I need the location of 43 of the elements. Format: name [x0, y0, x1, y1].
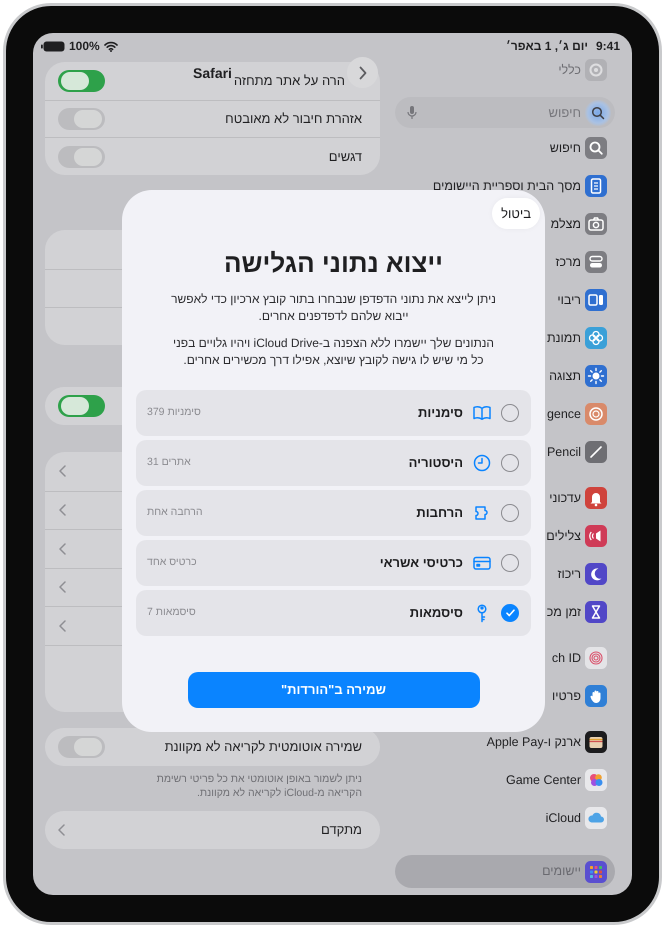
dialog-title: ייצוא נתוני הגלישה	[224, 247, 444, 280]
sidebar-label: עדכוני	[549, 490, 581, 507]
page-title: Safari	[193, 64, 232, 83]
setting-label: דגשים	[328, 148, 362, 166]
sidebar-label: זמן מכ	[546, 604, 581, 621]
dialog-text: ניתן לייצא את נתוני הדפדפן שנבחרו בתור קובץ ארכיון כדי לאפשר ייבוא שלהם לדפדפנים אחרים.	[170, 291, 497, 325]
option-label: סימניות	[418, 404, 463, 422]
setting-label: מתקדם	[321, 821, 362, 840]
dialog-text: הנתונים שלך יישמרו ללא הצפנה ב-iCloud Drive ויהיו גלויים בפני כל מי שיש לו גישה לקובץ שיוצא, אפילו דרך מכשירים אחרים.	[172, 335, 496, 369]
setting-label: הרה על אתר מתחזה	[234, 72, 345, 90]
sidebar-label: gence	[546, 406, 581, 423]
battery-percent: 100%	[69, 38, 100, 55]
sidebar-label: ריכוז	[557, 566, 581, 583]
sidebar-label: תמונת	[547, 330, 581, 347]
sidebar-label: כללי	[558, 62, 581, 79]
option-count: 7 סיסמאות	[147, 605, 196, 620]
setting-label: שמירה אוטומטית לקריאה לא מקוונת	[164, 738, 362, 756]
sidebar-label: פרטיו	[552, 688, 581, 705]
option-label: הרחבות	[416, 504, 463, 522]
option-count: 31 אתרים	[147, 455, 191, 470]
sidebar-label: ריבוי	[557, 292, 581, 309]
sidebar-label: מסך הבית וספריית היישומים	[432, 178, 581, 195]
option-label: סיסמאות	[410, 604, 463, 622]
sidebar-label: ארנק ו-Apple Pay	[486, 734, 581, 751]
footnote: ניתן לשמור באופן אוטומטי את כל פריטי רשימת הקריאה מ-iCloud לקריאה לא מקוונת.	[156, 772, 363, 800]
sidebar-label: חיפוש	[550, 140, 581, 157]
sidebar-label: iCloud	[546, 810, 581, 827]
option-count: הרחבה אחת	[147, 505, 202, 520]
sidebar-label: ch ID	[552, 650, 581, 667]
option-label: כרטיסי אשראי	[380, 554, 463, 572]
option-label: היסטוריה	[408, 454, 463, 472]
sidebar-label: מצלמ	[550, 216, 581, 233]
sidebar-label: צלילים	[546, 528, 581, 545]
sidebar-label: מרכז	[556, 254, 581, 271]
clock-time: 9:41	[596, 38, 620, 55]
sidebar-label: תצוגה	[549, 368, 581, 385]
sidebar-label: יישומים	[542, 863, 581, 880]
option-count: 379 סימניות	[147, 405, 201, 420]
status-date: יום ג׳, 1 באפר׳	[506, 38, 588, 55]
sidebar-label: Pencil	[546, 444, 581, 461]
sidebar-label: Game Center	[506, 772, 581, 789]
option-count: כרטיס אחד	[147, 555, 197, 570]
setting-label: אזהרת חיבור לא מאובטח	[225, 110, 362, 128]
